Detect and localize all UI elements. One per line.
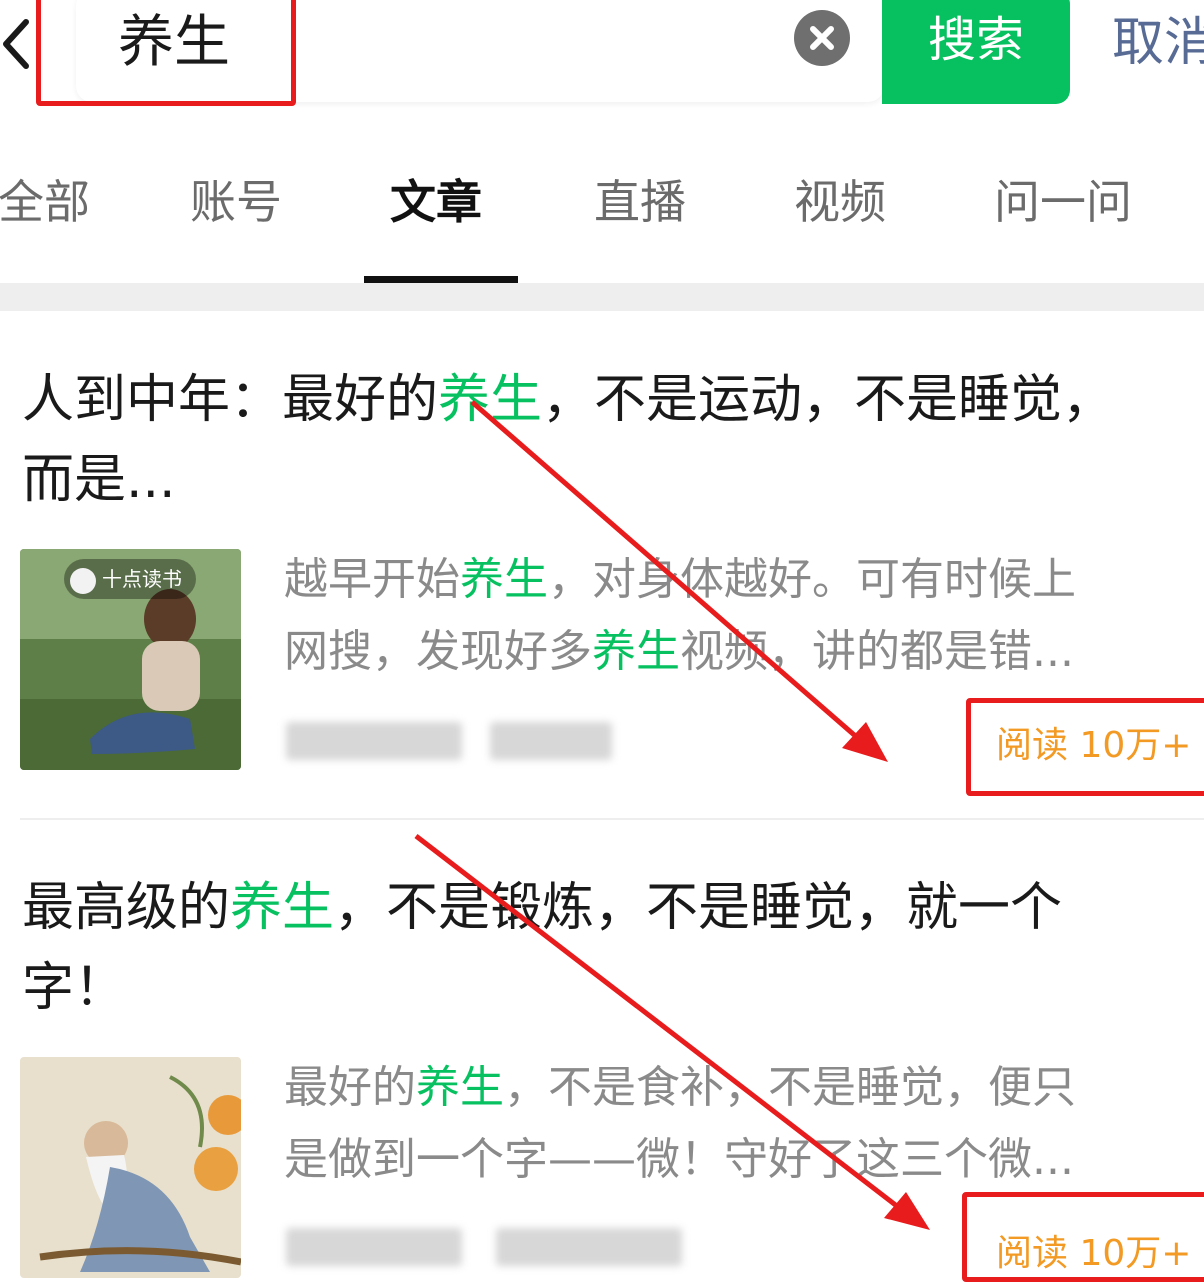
article-title[interactable]: 最高级的养生，不是锻炼，不是睡觉，就一个字！ (22, 868, 1182, 1028)
blurred-date (490, 722, 612, 760)
tab-articles[interactable]: 文章 (390, 170, 482, 234)
search-button[interactable]: 搜索 (882, 0, 1070, 104)
annotation-box-reads (966, 698, 1204, 796)
article-snippet: 最好的养生，不是食补，不是睡觉，便只 是做到一个字——微！守好了这三个微... (284, 1062, 1076, 1185)
back-chevron-icon[interactable] (0, 8, 40, 78)
title-text: 而是... (22, 450, 176, 510)
article-thumbnail[interactable] (20, 1057, 241, 1278)
title-keyword: 养生 (230, 878, 335, 938)
article-title[interactable]: 人到中年：最好的养生，不是运动，不是睡觉， 而是... (22, 360, 1182, 520)
tab-live[interactable]: 直播 (594, 170, 686, 234)
title-text: ，不是锻炼，不是睡觉，就一个 (334, 878, 1063, 938)
title-text: ，不是运动，不是睡觉， (542, 370, 1115, 430)
cancel-button[interactable]: 取消 (1112, 8, 1204, 78)
tab-ask[interactable]: 问一问 (994, 170, 1132, 234)
blurred-source (286, 1228, 462, 1266)
tab-all[interactable]: 全部 (0, 170, 90, 234)
tab-videos[interactable]: 视频 (794, 170, 886, 234)
title-text: 最高级的 (22, 878, 231, 938)
blurred-date (496, 1228, 682, 1266)
clear-icon[interactable] (794, 10, 850, 66)
active-tab-indicator (364, 276, 518, 283)
publisher-logo-icon (70, 567, 96, 594)
title-text: 人到中年：最好的 (22, 370, 439, 430)
article-divider (20, 818, 1204, 820)
annotation-box-search (36, 0, 296, 106)
section-divider (0, 283, 1204, 311)
thumbnail-badge: 十点读书 (64, 559, 196, 599)
annotation-box-reads (962, 1192, 1204, 1282)
title-keyword: 养生 (438, 370, 543, 430)
article-snippet: 越早开始养生，对身体越好。可有时候上 网搜，发现好多养生视频，讲的都是错... (284, 554, 1076, 677)
article-thumbnail[interactable]: 十点读书 (20, 549, 241, 770)
blurred-source (286, 722, 462, 760)
title-text: 字！ (22, 958, 127, 1018)
tab-accounts[interactable]: 账号 (190, 170, 282, 234)
